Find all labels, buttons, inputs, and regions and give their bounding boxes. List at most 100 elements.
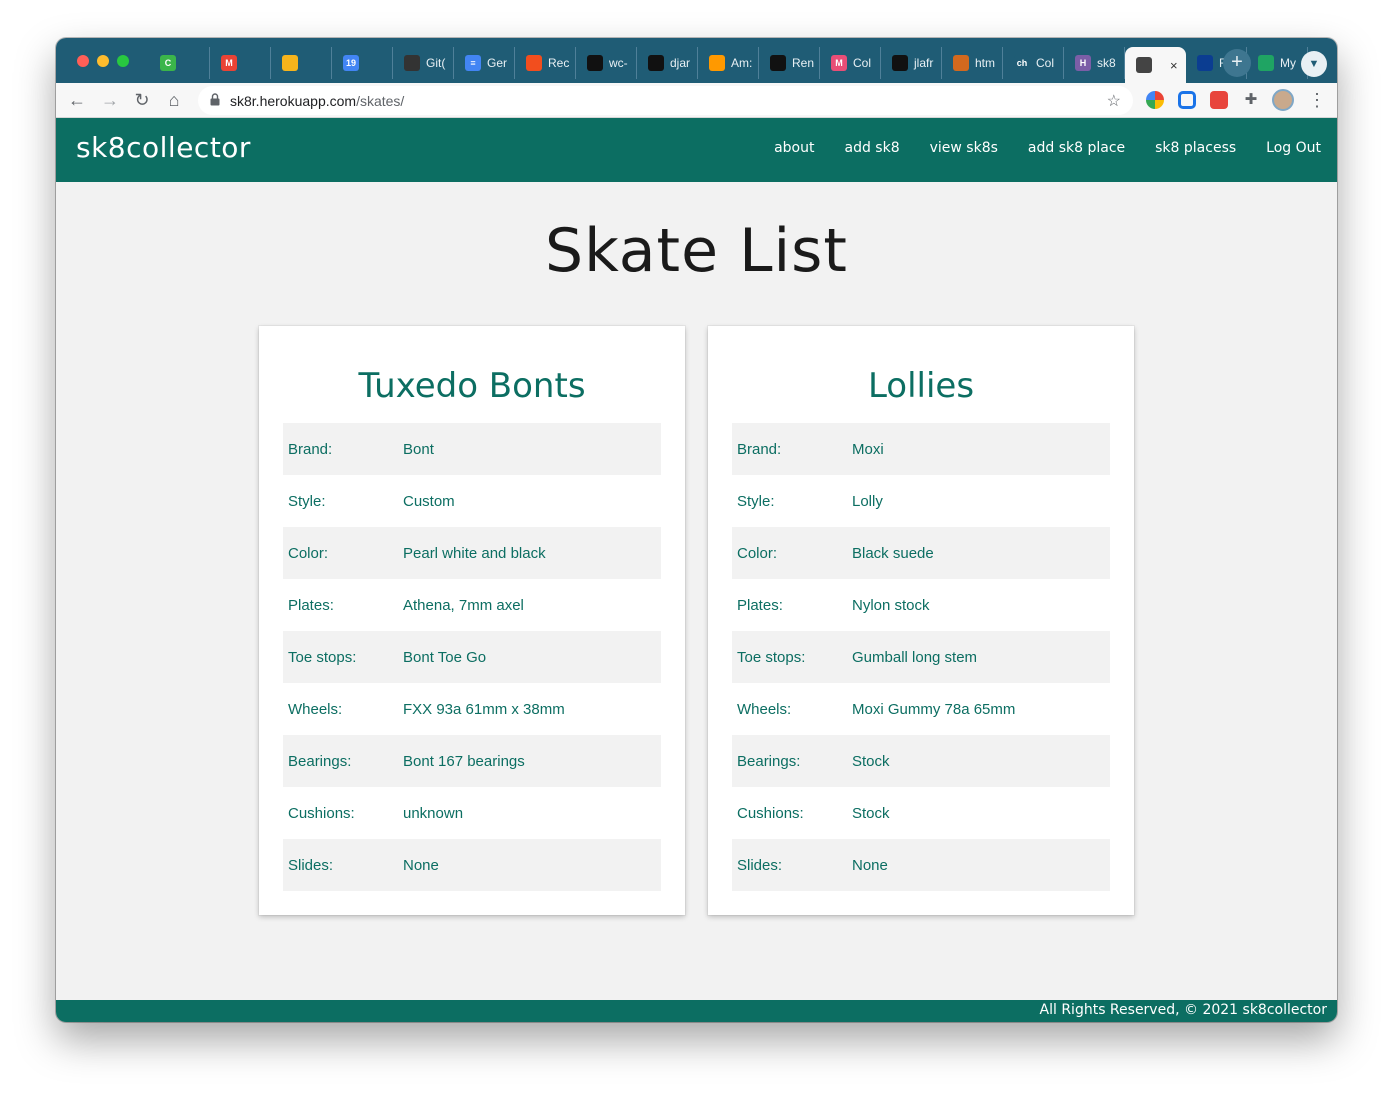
home-icon[interactable]: ⌂	[163, 89, 185, 111]
spec-row: Brand: Moxi	[732, 423, 1110, 475]
tab-favicon-icon	[1136, 57, 1152, 73]
tab-label: Am:	[731, 56, 753, 70]
back-icon[interactable]: ←	[66, 89, 88, 111]
tab-favicon-icon: H	[1075, 55, 1091, 71]
site-header: sk8collector about add sk8 view sk8s add sk…	[56, 118, 1337, 182]
spec-value: Bont Toe Go	[403, 648, 487, 666]
spec-label: Wheels:	[288, 700, 343, 718]
maximize-window-button[interactable]	[117, 55, 129, 67]
tab-label: sk8	[1097, 56, 1116, 70]
spec-label: Color:	[737, 544, 778, 562]
tab-close-icon[interactable]: ×	[1170, 58, 1178, 73]
browser-tab[interactable]: djar	[637, 47, 698, 79]
tab-label: jlafr	[914, 56, 934, 70]
spec-label: Brand:	[737, 440, 782, 458]
spec-label: Plates:	[737, 596, 783, 614]
tab-favicon-icon	[1258, 55, 1274, 71]
spec-row: Slides: None	[283, 839, 661, 891]
browser-tab[interactable]: htm	[942, 47, 1003, 79]
spec-label: Style:	[288, 492, 326, 510]
browser-tab[interactable]: My	[1247, 47, 1308, 79]
nav-link-view-sk8s[interactable]: view sk8s	[930, 140, 998, 156]
tab-label: Rec	[548, 56, 570, 70]
nav-link-log-out[interactable]: Log Out	[1266, 140, 1321, 156]
tab-favicon-icon: ch	[1014, 55, 1030, 71]
spec-label: Bearings:	[737, 752, 801, 770]
browser-tab[interactable]: jlafr	[881, 47, 942, 79]
spec-value: Nylon stock	[852, 596, 930, 614]
spec-value: Black suede	[852, 544, 934, 562]
browser-tab[interactable]: Am:	[698, 47, 759, 79]
browser-tab[interactable]: Rec	[515, 47, 576, 79]
spec-value: Bont	[403, 440, 434, 458]
tab-favicon-icon	[404, 55, 420, 71]
tab-favicon-icon	[892, 55, 908, 71]
color-wheel-extension-icon[interactable]	[1146, 91, 1164, 109]
tab-label: wc-	[609, 56, 628, 70]
spec-row: Style: Custom	[283, 475, 661, 527]
bookmark-star-icon[interactable]: ☆	[1107, 91, 1121, 111]
spec-label: Wheels:	[737, 700, 792, 718]
spec-value: Custom	[403, 492, 455, 510]
spec-value: Moxi	[852, 440, 884, 458]
nav-link-sk8-placess[interactable]: sk8 placess	[1155, 140, 1236, 156]
spec-label: Slides:	[737, 856, 783, 874]
tab-label: Git(	[426, 56, 446, 70]
tab-strip: C M 19 Git( ≡ Ger Rec wc-djar Am: Ren M Col jlafr htm…	[56, 38, 1337, 83]
spec-row: Plates: Athena, 7mm axel	[283, 579, 661, 631]
nav-link-add-sk8-place[interactable]: add sk8 place	[1028, 140, 1125, 156]
reload-icon[interactable]: ↻	[131, 89, 153, 111]
spec-label: Plates:	[288, 596, 334, 614]
pdf-extension-icon[interactable]	[1210, 91, 1228, 109]
url-path: /skates/	[356, 93, 405, 109]
site-nav: about add sk8 view sk8s add sk8 place sk8 pl…	[774, 140, 1321, 156]
new-tab-button[interactable]: +	[1223, 49, 1251, 77]
url-host: sk8r.herokuapp.com	[230, 93, 357, 109]
browser-tab[interactable]: ch Col	[1003, 47, 1064, 79]
nav-link-add-sk8[interactable]: add sk8	[844, 140, 899, 156]
tab-search-button[interactable]: ▼	[1301, 51, 1327, 77]
browser-tab[interactable]	[271, 47, 332, 79]
browser-tab[interactable]: Git(	[393, 47, 454, 79]
spec-row: Toe stops: Gumball long stem	[732, 631, 1110, 683]
browser-tab[interactable]: Ren	[759, 47, 820, 79]
tab-favicon-icon	[587, 55, 603, 71]
spec-value: Lolly	[852, 492, 883, 510]
tab-label: htm	[975, 56, 996, 70]
tab-label: djar	[670, 56, 691, 70]
puzzle-extensions-icon[interactable]: ✚	[1242, 91, 1260, 109]
site-brand[interactable]: sk8collector	[76, 131, 251, 164]
extension-icon[interactable]	[1178, 91, 1196, 109]
browser-tab[interactable]: wc-	[576, 47, 637, 79]
spec-row: Toe stops: Bont Toe Go	[283, 631, 661, 683]
nav-link-about[interactable]: about	[774, 140, 814, 156]
spec-value: None	[852, 856, 888, 874]
browser-tab[interactable]: M	[210, 47, 271, 79]
browser-tab[interactable]: Hsk8	[1064, 47, 1125, 79]
spec-value: Stock	[852, 752, 890, 770]
forward-icon[interactable]: →	[99, 89, 121, 111]
tab-label: My	[1280, 56, 1296, 70]
tab-favicon-icon: 19	[343, 55, 359, 71]
tab-favicon-icon	[709, 55, 725, 71]
address-bar[interactable]: sk8r.herokuapp.com/skates/ ☆	[198, 86, 1133, 115]
tab-list: C M 19 Git( ≡ Ger Rec wc-djar Am: Ren M Col jlafr htm…	[149, 47, 1308, 83]
browser-tab[interactable]: 19	[332, 47, 393, 79]
close-window-button[interactable]	[77, 55, 89, 67]
skate-card: Lollies Brand: Moxi Style: Lolly Color: Black…	[708, 326, 1134, 915]
spec-value: Moxi Gummy 78a 65mm	[852, 700, 1016, 718]
spec-value: Bont 167 bearings	[403, 752, 525, 770]
spec-value: Athena, 7mm axel	[403, 596, 524, 614]
browser-tab[interactable]: M Col	[820, 47, 881, 79]
profile-avatar[interactable]	[1272, 89, 1294, 111]
spec-value: Pearl white and black	[403, 544, 546, 562]
tab-favicon-icon	[648, 55, 664, 71]
skate-name: Tuxedo Bonts	[358, 366, 586, 406]
minimize-window-button[interactable]	[97, 55, 109, 67]
spec-label: Cushions:	[737, 804, 804, 822]
tab-favicon-icon	[953, 55, 969, 71]
more-menu-icon[interactable]: ⋮	[1308, 89, 1326, 111]
browser-tab-active[interactable]: ×	[1125, 47, 1186, 83]
browser-tab[interactable]: C	[149, 47, 210, 79]
browser-tab[interactable]: ≡ Ger	[454, 47, 515, 79]
